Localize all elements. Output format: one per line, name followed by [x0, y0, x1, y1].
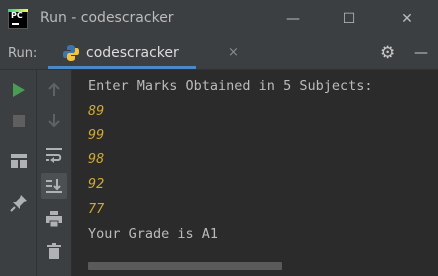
hide-panel-icon[interactable]: — [414, 45, 428, 61]
layout-icon[interactable] [10, 152, 28, 170]
console-input-line: 99 [88, 127, 105, 143]
close-icon: ✕ [401, 11, 413, 27]
tab-close-icon[interactable]: × [228, 45, 239, 60]
maximize-button[interactable]: ☐ [326, 0, 372, 38]
minimize-icon: — [286, 11, 300, 27]
tab-label: codescracker [86, 45, 179, 61]
pycharm-logo-icon: PC [8, 9, 28, 29]
scroll-to-end-icon [46, 179, 62, 193]
print-icon[interactable] [45, 210, 63, 228]
console-output[interactable]: Enter Marks Obtained in 5 Subjects: 89 9… [72, 70, 438, 276]
soft-wrap-icon[interactable] [45, 146, 63, 164]
trash-icon[interactable] [46, 242, 62, 260]
pin-icon[interactable] [10, 194, 28, 212]
maximize-icon: ☐ [342, 11, 356, 27]
settings-gear-icon[interactable]: ⚙ [380, 43, 395, 63]
window-title: Run - codescracker [40, 10, 174, 26]
run-actions-sidebar [0, 70, 37, 276]
run-toolbar: Run: codescracker × ⚙ — [0, 38, 438, 70]
console-input-line: 98 [88, 151, 105, 167]
console-input-line: 89 [88, 103, 105, 119]
arrow-down-icon[interactable] [46, 112, 62, 128]
active-tab-indicator [48, 66, 196, 69]
horizontal-scrollbar[interactable] [88, 262, 282, 270]
arrow-up-icon[interactable] [46, 82, 62, 98]
tab-codescracker[interactable]: codescracker × [48, 38, 239, 69]
app-icon-text: PC [11, 11, 23, 20]
console-result: Your Grade is A1 [88, 226, 219, 242]
rerun-play-icon[interactable] [12, 82, 26, 98]
title-bar: PC Run - codescracker — ☐ ✕ [0, 0, 438, 38]
console-prompt: Enter Marks Obtained in 5 Subjects: [88, 78, 373, 94]
python-file-icon [63, 45, 79, 61]
run-label: Run: [8, 46, 38, 61]
stop-icon[interactable] [12, 114, 26, 128]
console-input-line: 77 [88, 201, 105, 217]
scroll-to-end-button[interactable] [41, 173, 67, 199]
minimize-button[interactable]: — [270, 0, 316, 38]
console-input-line: 92 [88, 176, 105, 192]
close-button[interactable]: ✕ [384, 0, 430, 38]
console-tools-sidebar [37, 70, 72, 276]
